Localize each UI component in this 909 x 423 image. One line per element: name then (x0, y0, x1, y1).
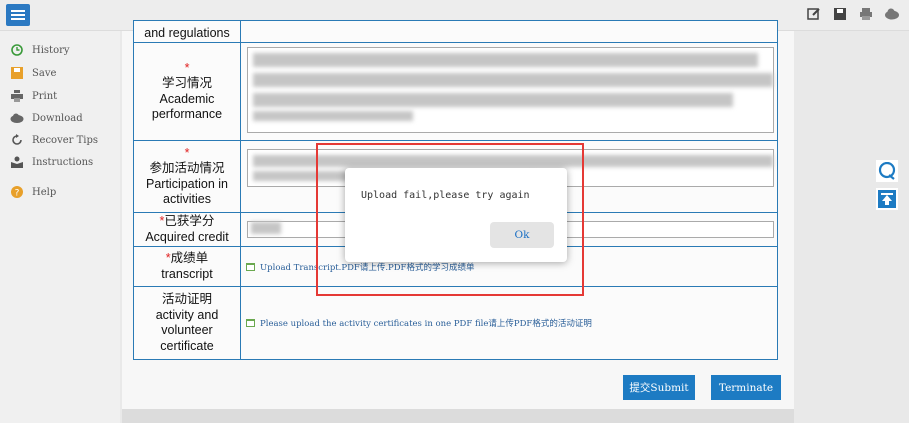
certificate-field: Please upload the activity certificates … (240, 286, 778, 360)
sidebar-item-print[interactable]: Print (10, 89, 57, 103)
highlight-box (316, 143, 584, 296)
sidebar-item-recover-tips[interactable]: Recover Tips (10, 133, 98, 147)
terminate-button[interactable]: Terminate (711, 375, 781, 400)
certificate-label: 活动证明 activity and volunteer certificate (133, 286, 241, 360)
regulations-label: and regulations (133, 20, 241, 43)
toolbar-icons (805, 5, 901, 23)
sidebar-item-label: Help (32, 186, 57, 198)
scroll-top-icon[interactable] (876, 188, 898, 210)
certificate-upload-link[interactable]: Please upload the activity certificates … (242, 317, 776, 329)
form-row-regulations: and regulations (133, 20, 778, 43)
sidebar-item-history[interactable]: History (10, 43, 70, 57)
form-row-certificate: 活动证明 activity and volunteer certificate … (133, 286, 778, 360)
svg-text:?: ? (15, 189, 20, 199)
menu-icon[interactable] (6, 4, 30, 26)
save-icon[interactable] (831, 5, 849, 23)
cloud-icon[interactable] (883, 5, 901, 23)
submit-button[interactable]: 提交Submit (623, 375, 695, 400)
instructions-icon (10, 155, 24, 169)
chat-icon[interactable] (876, 160, 898, 182)
activities-label: * 参加活动情况 Participation in activities (133, 140, 241, 213)
sidebar-item-label: History (32, 44, 70, 56)
history-icon (10, 43, 24, 57)
academic-performance-field[interactable] (240, 42, 778, 141)
sidebar: History Save Print Download Recover Tips… (0, 31, 120, 423)
save-icon (10, 66, 24, 80)
paper-shadow (122, 409, 794, 423)
sidebar-item-label: Save (32, 67, 57, 79)
recover-icon (10, 133, 24, 147)
upload-icon (246, 262, 256, 272)
sidebar-item-help[interactable]: ? Help (10, 185, 56, 199)
sidebar-item-label: Recover Tips (32, 134, 98, 146)
transcript-label: *成绩单 transcript (133, 246, 241, 287)
credit-label: *已获学分 Acquired credit (133, 212, 241, 247)
sidebar-item-instructions[interactable]: Instructions (10, 155, 93, 169)
sidebar-item-save[interactable]: Save (10, 66, 56, 80)
academic-label: * 学习情况 Academic performance (133, 42, 241, 141)
download-icon (10, 111, 24, 125)
print-icon[interactable] (857, 5, 875, 23)
sidebar-item-download[interactable]: Download (10, 111, 83, 125)
print-icon (10, 89, 24, 103)
edit-icon[interactable] (805, 5, 823, 23)
upload-icon (246, 318, 256, 328)
help-icon: ? (10, 185, 24, 199)
sidebar-item-label: Download (32, 112, 83, 124)
regulations-value (240, 20, 778, 43)
form-row-academic: * 学习情况 Academic performance (133, 42, 778, 141)
sidebar-item-label: Instructions (32, 156, 94, 168)
sidebar-item-label: Print (32, 90, 58, 102)
